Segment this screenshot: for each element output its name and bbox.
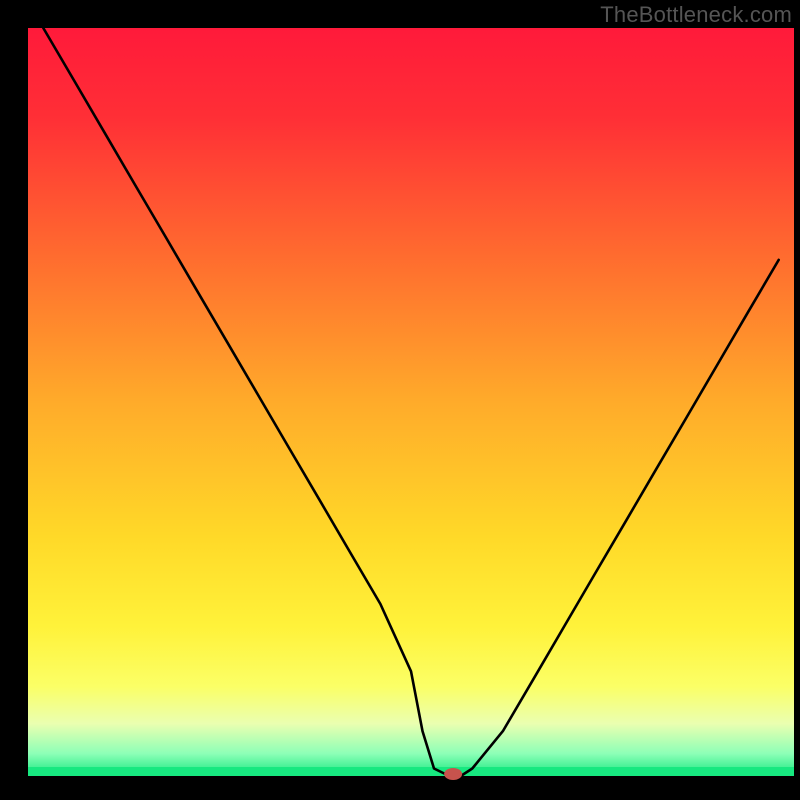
chart-svg <box>0 0 800 800</box>
bottleneck-chart: TheBottleneck.com <box>0 0 800 800</box>
green-band <box>28 767 794 776</box>
watermark-text: TheBottleneck.com <box>600 2 792 28</box>
optimal-point-marker <box>444 768 462 780</box>
plot-background <box>28 28 794 776</box>
